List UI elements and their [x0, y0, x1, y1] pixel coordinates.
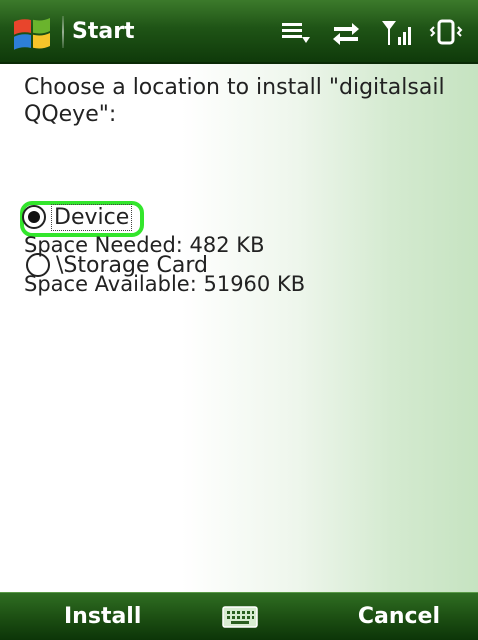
install-prompt: Choose a location to install "digitalsai…	[24, 75, 445, 127]
sync-icon[interactable]	[328, 17, 364, 47]
option-device[interactable]: Device	[22, 198, 133, 236]
softkey-bar: Install Cancel	[0, 592, 478, 640]
keyboard-icon[interactable]	[222, 605, 258, 629]
start-menu-title[interactable]: Start	[72, 18, 135, 46]
content-area: Choose a location to install "digitalsai…	[0, 64, 478, 592]
signal-icon[interactable]	[378, 17, 414, 47]
device-label[interactable]: Device	[50, 203, 133, 231]
space-needed: Space Needed: 482 KB	[24, 233, 265, 257]
windows-flag-icon[interactable]	[12, 14, 52, 50]
title-bar: Start	[0, 0, 478, 64]
space-available: Space Available: 51960 KB	[24, 272, 306, 296]
status-icons	[278, 14, 464, 50]
vibrate-icon[interactable]	[428, 17, 464, 47]
cancel-button[interactable]: Cancel	[358, 601, 440, 633]
install-button[interactable]: Install	[64, 601, 141, 633]
device-radio[interactable]	[22, 205, 46, 229]
notification-icon[interactable]	[278, 17, 314, 47]
install-location-screen: Start Choose a location to install "digi…	[0, 0, 478, 640]
title-separator	[62, 16, 64, 48]
